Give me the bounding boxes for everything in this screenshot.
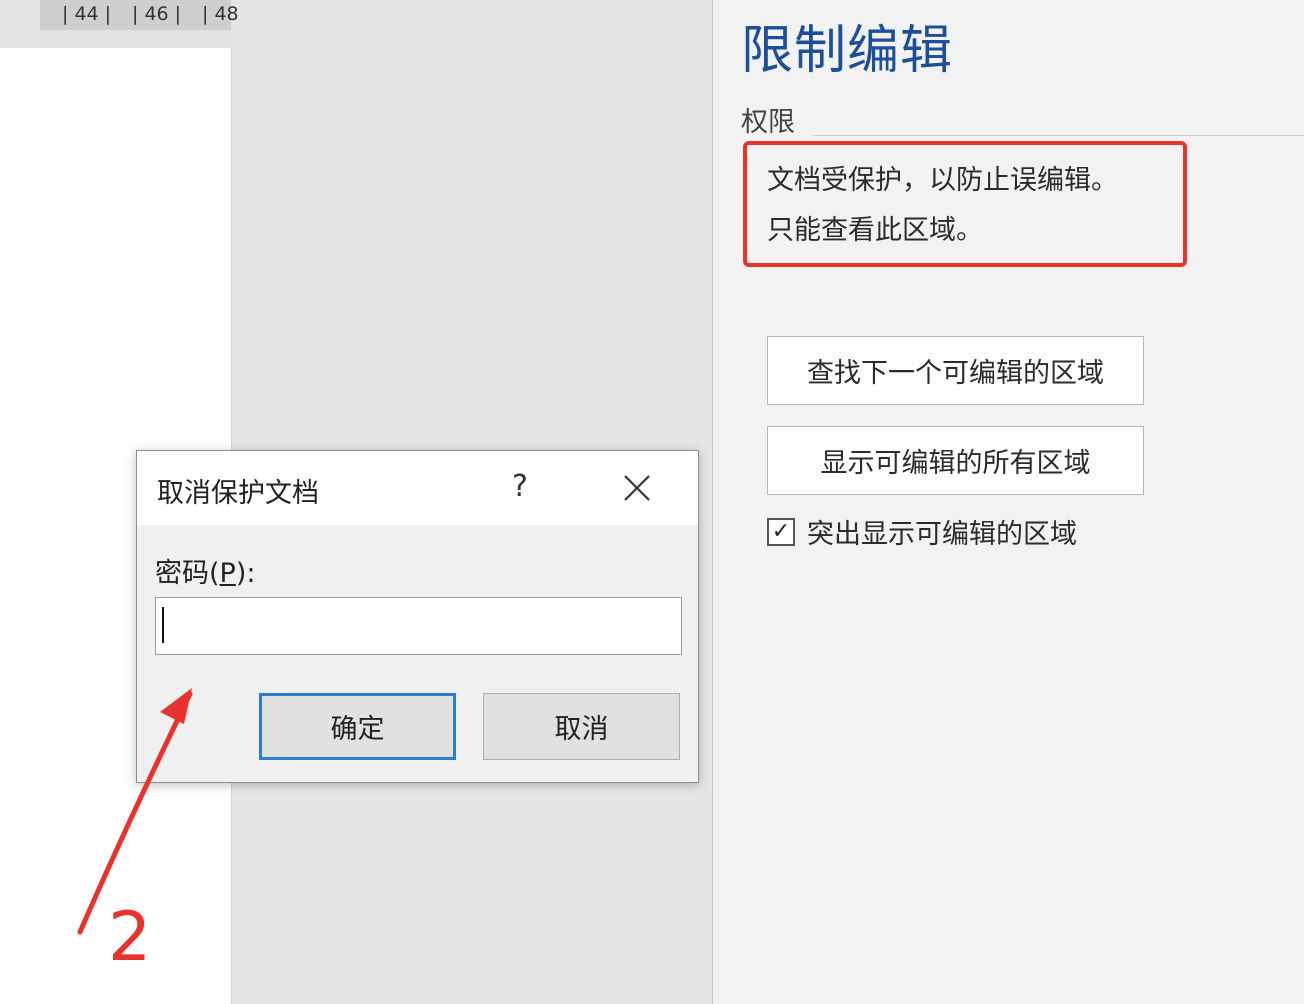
annotation-overlay (77, 688, 193, 935)
annotation-step-number: 2 (108, 898, 152, 977)
annotation-arrow-shaft (77, 691, 193, 935)
annotation-arrow-head (160, 688, 192, 724)
